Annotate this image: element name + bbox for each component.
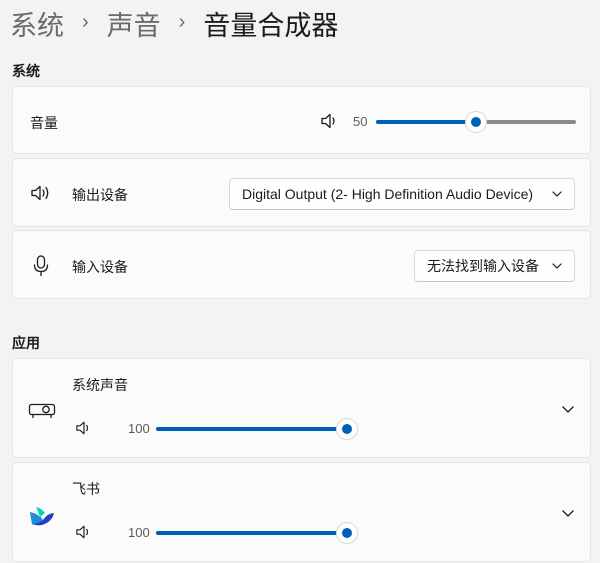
master-volume-value: 50 — [353, 114, 368, 129]
output-device-dropdown[interactable]: Digital Output (2- High Definition Audio… — [229, 178, 575, 210]
speaker-icon[interactable] — [75, 420, 93, 436]
slider-fill — [156, 427, 347, 431]
output-device-card: 输出设备 Digital Output (2- High Definition … — [12, 158, 591, 227]
app-name: 飞书 — [72, 481, 100, 497]
microphone-icon — [33, 255, 49, 277]
slider-thumb[interactable] — [337, 523, 357, 543]
app-name: 系统声音 — [72, 377, 128, 393]
app-card-feishu: 飞书 100 — [12, 462, 591, 562]
speaker-output-icon — [31, 185, 49, 201]
app-volume-value: 100 — [128, 525, 150, 540]
page-title: 音量合成器 — [203, 10, 339, 41]
output-device-selected: Digital Output (2- High Definition Audio… — [242, 186, 534, 202]
breadcrumb-sound[interactable]: 声音 — [107, 4, 161, 43]
input-device-label: 输入设备 — [72, 259, 128, 275]
app-volume-slider[interactable] — [156, 523, 357, 543]
feishu-logo-icon — [30, 507, 54, 526]
projector-icon — [28, 403, 56, 419]
slider-fill — [156, 531, 347, 535]
app-card-system-sounds: 系统声音 100 — [12, 358, 591, 458]
master-volume-label: 音量 — [30, 115, 58, 131]
breadcrumb-system[interactable]: 系统 — [10, 4, 64, 43]
speaker-icon[interactable] — [320, 112, 340, 130]
app-volume-value: 100 — [128, 421, 150, 436]
chevron-down-icon — [552, 191, 562, 197]
master-volume-slider[interactable] — [376, 112, 576, 132]
master-volume-card: 音量 50 — [12, 86, 591, 154]
expand-chevron-icon[interactable] — [562, 510, 574, 517]
output-device-label: 输出设备 — [72, 187, 128, 203]
section-heading-system: 系统 — [12, 63, 40, 79]
breadcrumb: 系统 › 声音 › 音量合成器 — [10, 2, 338, 44]
slider-thumb[interactable] — [466, 112, 486, 132]
section-heading-apps: 应用 — [12, 335, 40, 351]
slider-fill — [376, 120, 476, 124]
input-device-selected: 无法找到输入设备 — [427, 258, 539, 274]
breadcrumb-chevron-icon: › — [178, 10, 186, 33]
breadcrumb-chevron-icon: › — [82, 10, 89, 33]
speaker-icon[interactable] — [75, 524, 93, 540]
expand-chevron-icon[interactable] — [562, 406, 574, 413]
app-volume-slider[interactable] — [156, 419, 357, 439]
chevron-down-icon — [552, 263, 562, 269]
slider-thumb[interactable] — [337, 419, 357, 439]
input-device-card: 输入设备 无法找到输入设备 — [12, 230, 591, 299]
input-device-dropdown[interactable]: 无法找到输入设备 — [414, 250, 575, 282]
